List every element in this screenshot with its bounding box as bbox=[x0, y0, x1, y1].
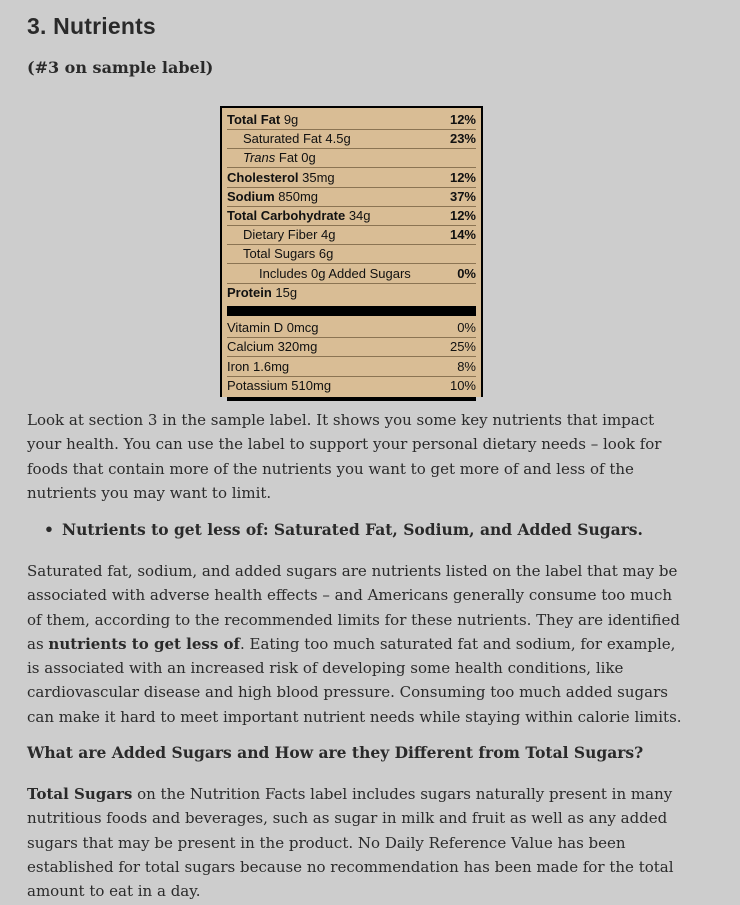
label-row: Sodium 850mg 37% bbox=[227, 187, 476, 207]
label-bottom-divider bbox=[227, 396, 476, 401]
label-row-bold: Protein bbox=[227, 284, 272, 300]
label-vitamin-row: Potassium 510mg 10% bbox=[227, 376, 476, 395]
bullet-text: Nutrients to get less of: Saturated Fat,… bbox=[62, 520, 643, 539]
label-vitamin-percent: 10% bbox=[449, 378, 476, 394]
bullet-dot-icon: • bbox=[44, 520, 54, 539]
nutrition-label-rows: Total Fat 9g 12% Saturated Fat 4.5g 23% Tran… bbox=[227, 108, 476, 401]
bullet-item: • Nutrients to get less of: Saturated Fat… bbox=[44, 520, 643, 539]
section-subheading: (#3 on sample label) bbox=[27, 58, 214, 77]
label-vitamin-name: Calcium 320mg bbox=[227, 339, 318, 355]
label-row: Trans Fat 0g bbox=[227, 148, 476, 169]
label-row: Cholesterol 35mg 12% bbox=[227, 168, 476, 188]
added-sugars-heading: What are Added Sugars and How are they D… bbox=[27, 743, 644, 762]
label-row-percent: 12% bbox=[449, 208, 476, 223]
total-sugars-paragraph: Total Sugars on the Nutrition Facts labe… bbox=[27, 782, 687, 903]
label-vitamin-percent: 8% bbox=[457, 358, 476, 374]
label-vitamin-row: Vitamin D 0mcg 0% bbox=[227, 318, 476, 338]
label-vitamin-name: Iron 1.6mg bbox=[227, 358, 290, 374]
label-row-percent: 0% bbox=[457, 265, 476, 281]
label-row: Dietary Fiber 4g 14% bbox=[227, 225, 476, 246]
section-heading: 3. Nutrients bbox=[27, 13, 156, 39]
label-thick-divider bbox=[227, 306, 476, 316]
less-of-paragraph: Saturated fat, sodium, and added sugars … bbox=[27, 559, 687, 729]
label-row-name: Includes 0g Added Sugars bbox=[259, 265, 411, 281]
intro-paragraph: Look at section 3 in the sample label. I… bbox=[27, 411, 662, 502]
label-row-percent: 23% bbox=[449, 131, 476, 147]
label-row: Total Fat 9g 12% bbox=[227, 110, 476, 130]
label-vitamin-row: Calcium 320mg 25% bbox=[227, 337, 476, 358]
label-row-name: Protein 15g bbox=[227, 284, 298, 300]
label-row-name: Total Sugars 6g bbox=[243, 246, 334, 262]
label-row-percent: 14% bbox=[449, 227, 476, 243]
para3-bold: Total Sugars bbox=[27, 785, 133, 803]
label-row-name: Trans Fat 0g bbox=[243, 150, 316, 166]
label-vitamin-percent: 25% bbox=[449, 339, 476, 355]
label-row-bold: Total Carbohydrate bbox=[227, 208, 346, 223]
label-row-name: Saturated Fat 4.5g bbox=[243, 131, 351, 147]
page: 3. Nutrients (#3 on sample label) Total … bbox=[0, 0, 740, 905]
nutrition-label-image: Total Fat 9g 12% Saturated Fat 4.5g 23% Tran… bbox=[220, 106, 483, 401]
para2-bold: nutrients to get less of bbox=[48, 634, 240, 653]
label-row: Includes 0g Added Sugars 0% bbox=[227, 264, 476, 284]
label-row: Saturated Fat 4.5g 23% bbox=[227, 129, 476, 150]
label-row-name: Total Carbohydrate 34g bbox=[227, 208, 371, 223]
label-row-bold: Cholesterol bbox=[227, 169, 299, 185]
label-row-bold: Sodium bbox=[227, 188, 275, 204]
label-vitamin-name: Vitamin D 0mcg bbox=[227, 320, 319, 335]
label-row-name: Dietary Fiber 4g bbox=[243, 227, 336, 243]
label-row-italic: Trans bbox=[243, 150, 276, 166]
label-vitamin-row: Iron 1.6mg 8% bbox=[227, 357, 476, 377]
label-row-name: Total Fat 9g bbox=[227, 112, 299, 127]
label-row-name: Sodium 850mg bbox=[227, 188, 319, 204]
label-row-percent: 12% bbox=[449, 112, 476, 127]
label-row: Protein 15g bbox=[227, 283, 476, 302]
label-row: Total Carbohydrate 34g 12% bbox=[227, 206, 476, 226]
label-row-percent: 12% bbox=[449, 169, 476, 185]
label-vitamin-percent: 0% bbox=[457, 320, 476, 335]
label-row: Total Sugars 6g bbox=[227, 244, 476, 265]
label-row-name: Cholesterol 35mg bbox=[227, 169, 335, 185]
label-row-percent: 37% bbox=[449, 188, 476, 204]
label-row-bold: Total Fat bbox=[227, 112, 281, 127]
label-vitamin-name: Potassium 510mg bbox=[227, 378, 332, 394]
